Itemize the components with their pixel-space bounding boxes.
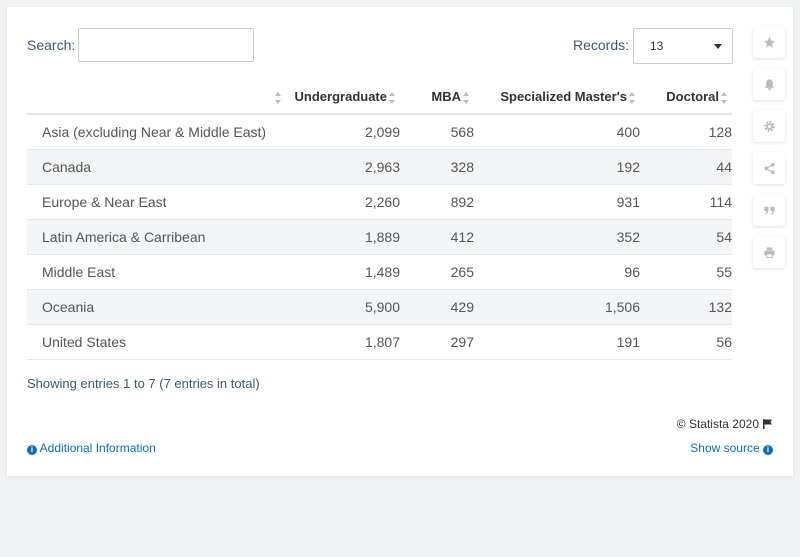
share-icon bbox=[763, 162, 775, 174]
sidebar-toolbar bbox=[753, 26, 787, 278]
cell-undergraduate: 2,260 bbox=[286, 184, 400, 220]
cell-region: Middle East bbox=[27, 254, 286, 290]
gear-icon bbox=[763, 120, 775, 132]
search-input[interactable] bbox=[78, 28, 254, 62]
table-row: Asia (excluding Near & Middle East) 2,09… bbox=[27, 114, 732, 150]
table-row: Latin America & Carribean 1,889 412 352 … bbox=[27, 219, 732, 255]
cell-doctoral: 44 bbox=[640, 149, 732, 185]
records-select[interactable]: 13 bbox=[633, 28, 733, 64]
column-header-specialized-masters[interactable]: Specialized Master's bbox=[474, 80, 640, 115]
cell-specialized-masters: 96 bbox=[474, 254, 640, 290]
cite-button[interactable] bbox=[753, 194, 785, 226]
cell-mba: 328 bbox=[400, 149, 474, 185]
cell-undergraduate: 1,807 bbox=[286, 324, 400, 360]
notification-button[interactable] bbox=[753, 68, 785, 100]
settings-button[interactable] bbox=[753, 110, 785, 142]
cell-specialized-masters: 400 bbox=[474, 114, 640, 150]
cell-region: Europe & Near East bbox=[27, 184, 286, 220]
sort-icon bbox=[389, 91, 396, 104]
cell-doctoral: 55 bbox=[640, 254, 732, 290]
statistic-card: Search: Records: 13 Undergraduate MBA Sp… bbox=[7, 7, 793, 476]
table-row: Middle East 1,489 265 96 55 bbox=[27, 254, 732, 290]
cell-undergraduate: 2,099 bbox=[286, 114, 400, 150]
flag-icon bbox=[763, 419, 772, 429]
cell-mba: 297 bbox=[400, 324, 474, 360]
cell-specialized-masters: 1,506 bbox=[474, 289, 640, 325]
cell-doctoral: 54 bbox=[640, 219, 732, 255]
print-icon bbox=[763, 246, 775, 258]
search-label: Search: bbox=[27, 37, 76, 53]
bell-icon bbox=[764, 78, 774, 90]
table-row: Canada 2,963 328 192 44 bbox=[27, 149, 732, 185]
caret-down-icon bbox=[714, 44, 722, 49]
cell-undergraduate: 5,900 bbox=[286, 289, 400, 325]
cell-mba: 892 bbox=[400, 184, 474, 220]
column-header-doctoral[interactable]: Doctoral bbox=[640, 80, 732, 115]
cell-region: Latin America & Carribean bbox=[27, 219, 286, 255]
table-row: Europe & Near East 2,260 892 931 114 bbox=[27, 184, 732, 220]
additional-information-label: Additional Information bbox=[39, 441, 156, 455]
cell-region: Asia (excluding Near & Middle East) bbox=[27, 114, 286, 150]
print-button[interactable] bbox=[753, 236, 785, 268]
sort-icon bbox=[629, 91, 636, 104]
star-icon bbox=[763, 36, 775, 48]
info-icon: i bbox=[27, 445, 37, 455]
cell-specialized-masters: 192 bbox=[474, 149, 640, 185]
sort-icon bbox=[721, 91, 728, 104]
cell-specialized-masters: 931 bbox=[474, 184, 640, 220]
cell-specialized-masters: 352 bbox=[474, 219, 640, 255]
cell-mba: 429 bbox=[400, 289, 474, 325]
cell-undergraduate: 1,889 bbox=[286, 219, 400, 255]
column-header-undergraduate[interactable]: Undergraduate bbox=[286, 80, 400, 115]
cell-mba: 568 bbox=[400, 114, 474, 150]
cell-undergraduate: 1,489 bbox=[286, 254, 400, 290]
cell-region: Canada bbox=[27, 149, 286, 185]
cell-undergraduate: 2,963 bbox=[286, 149, 400, 185]
data-table: Undergraduate MBA Specialized Master's D… bbox=[27, 80, 732, 360]
entries-summary: Showing entries 1 to 7 (7 entries in tot… bbox=[27, 376, 260, 391]
share-button[interactable] bbox=[753, 152, 785, 184]
column-header-region[interactable] bbox=[27, 80, 286, 115]
cell-region: Oceania bbox=[27, 289, 286, 325]
sort-icon bbox=[463, 91, 470, 104]
cell-doctoral: 114 bbox=[640, 184, 732, 220]
table-header-row: Undergraduate MBA Specialized Master's D… bbox=[27, 80, 732, 115]
sort-icon bbox=[275, 91, 282, 104]
cell-mba: 265 bbox=[400, 254, 474, 290]
table-row: Oceania 5,900 429 1,506 132 bbox=[27, 289, 732, 325]
cell-specialized-masters: 191 bbox=[474, 324, 640, 360]
info-icon: i bbox=[763, 445, 773, 455]
cell-doctoral: 132 bbox=[640, 289, 732, 325]
additional-information-link[interactable]: i Additional Information bbox=[27, 441, 156, 455]
copyright[interactable]: © Statista 2020 bbox=[677, 417, 773, 431]
cell-doctoral: 56 bbox=[640, 324, 732, 360]
cell-region: United States bbox=[27, 324, 286, 360]
records-select-value: 13 bbox=[650, 39, 664, 53]
show-source-link[interactable]: Show source i bbox=[690, 441, 773, 455]
cell-mba: 412 bbox=[400, 219, 474, 255]
favorite-button[interactable] bbox=[753, 26, 785, 58]
copyright-text: © Statista 2020 bbox=[676, 417, 759, 431]
cell-doctoral: 128 bbox=[640, 114, 732, 150]
quote-icon bbox=[763, 206, 775, 214]
show-source-label: Show source bbox=[690, 441, 760, 455]
column-header-mba[interactable]: MBA bbox=[400, 80, 474, 115]
table-row: United States 1,807 297 191 56 bbox=[27, 324, 732, 360]
records-label: Records: bbox=[573, 37, 630, 53]
